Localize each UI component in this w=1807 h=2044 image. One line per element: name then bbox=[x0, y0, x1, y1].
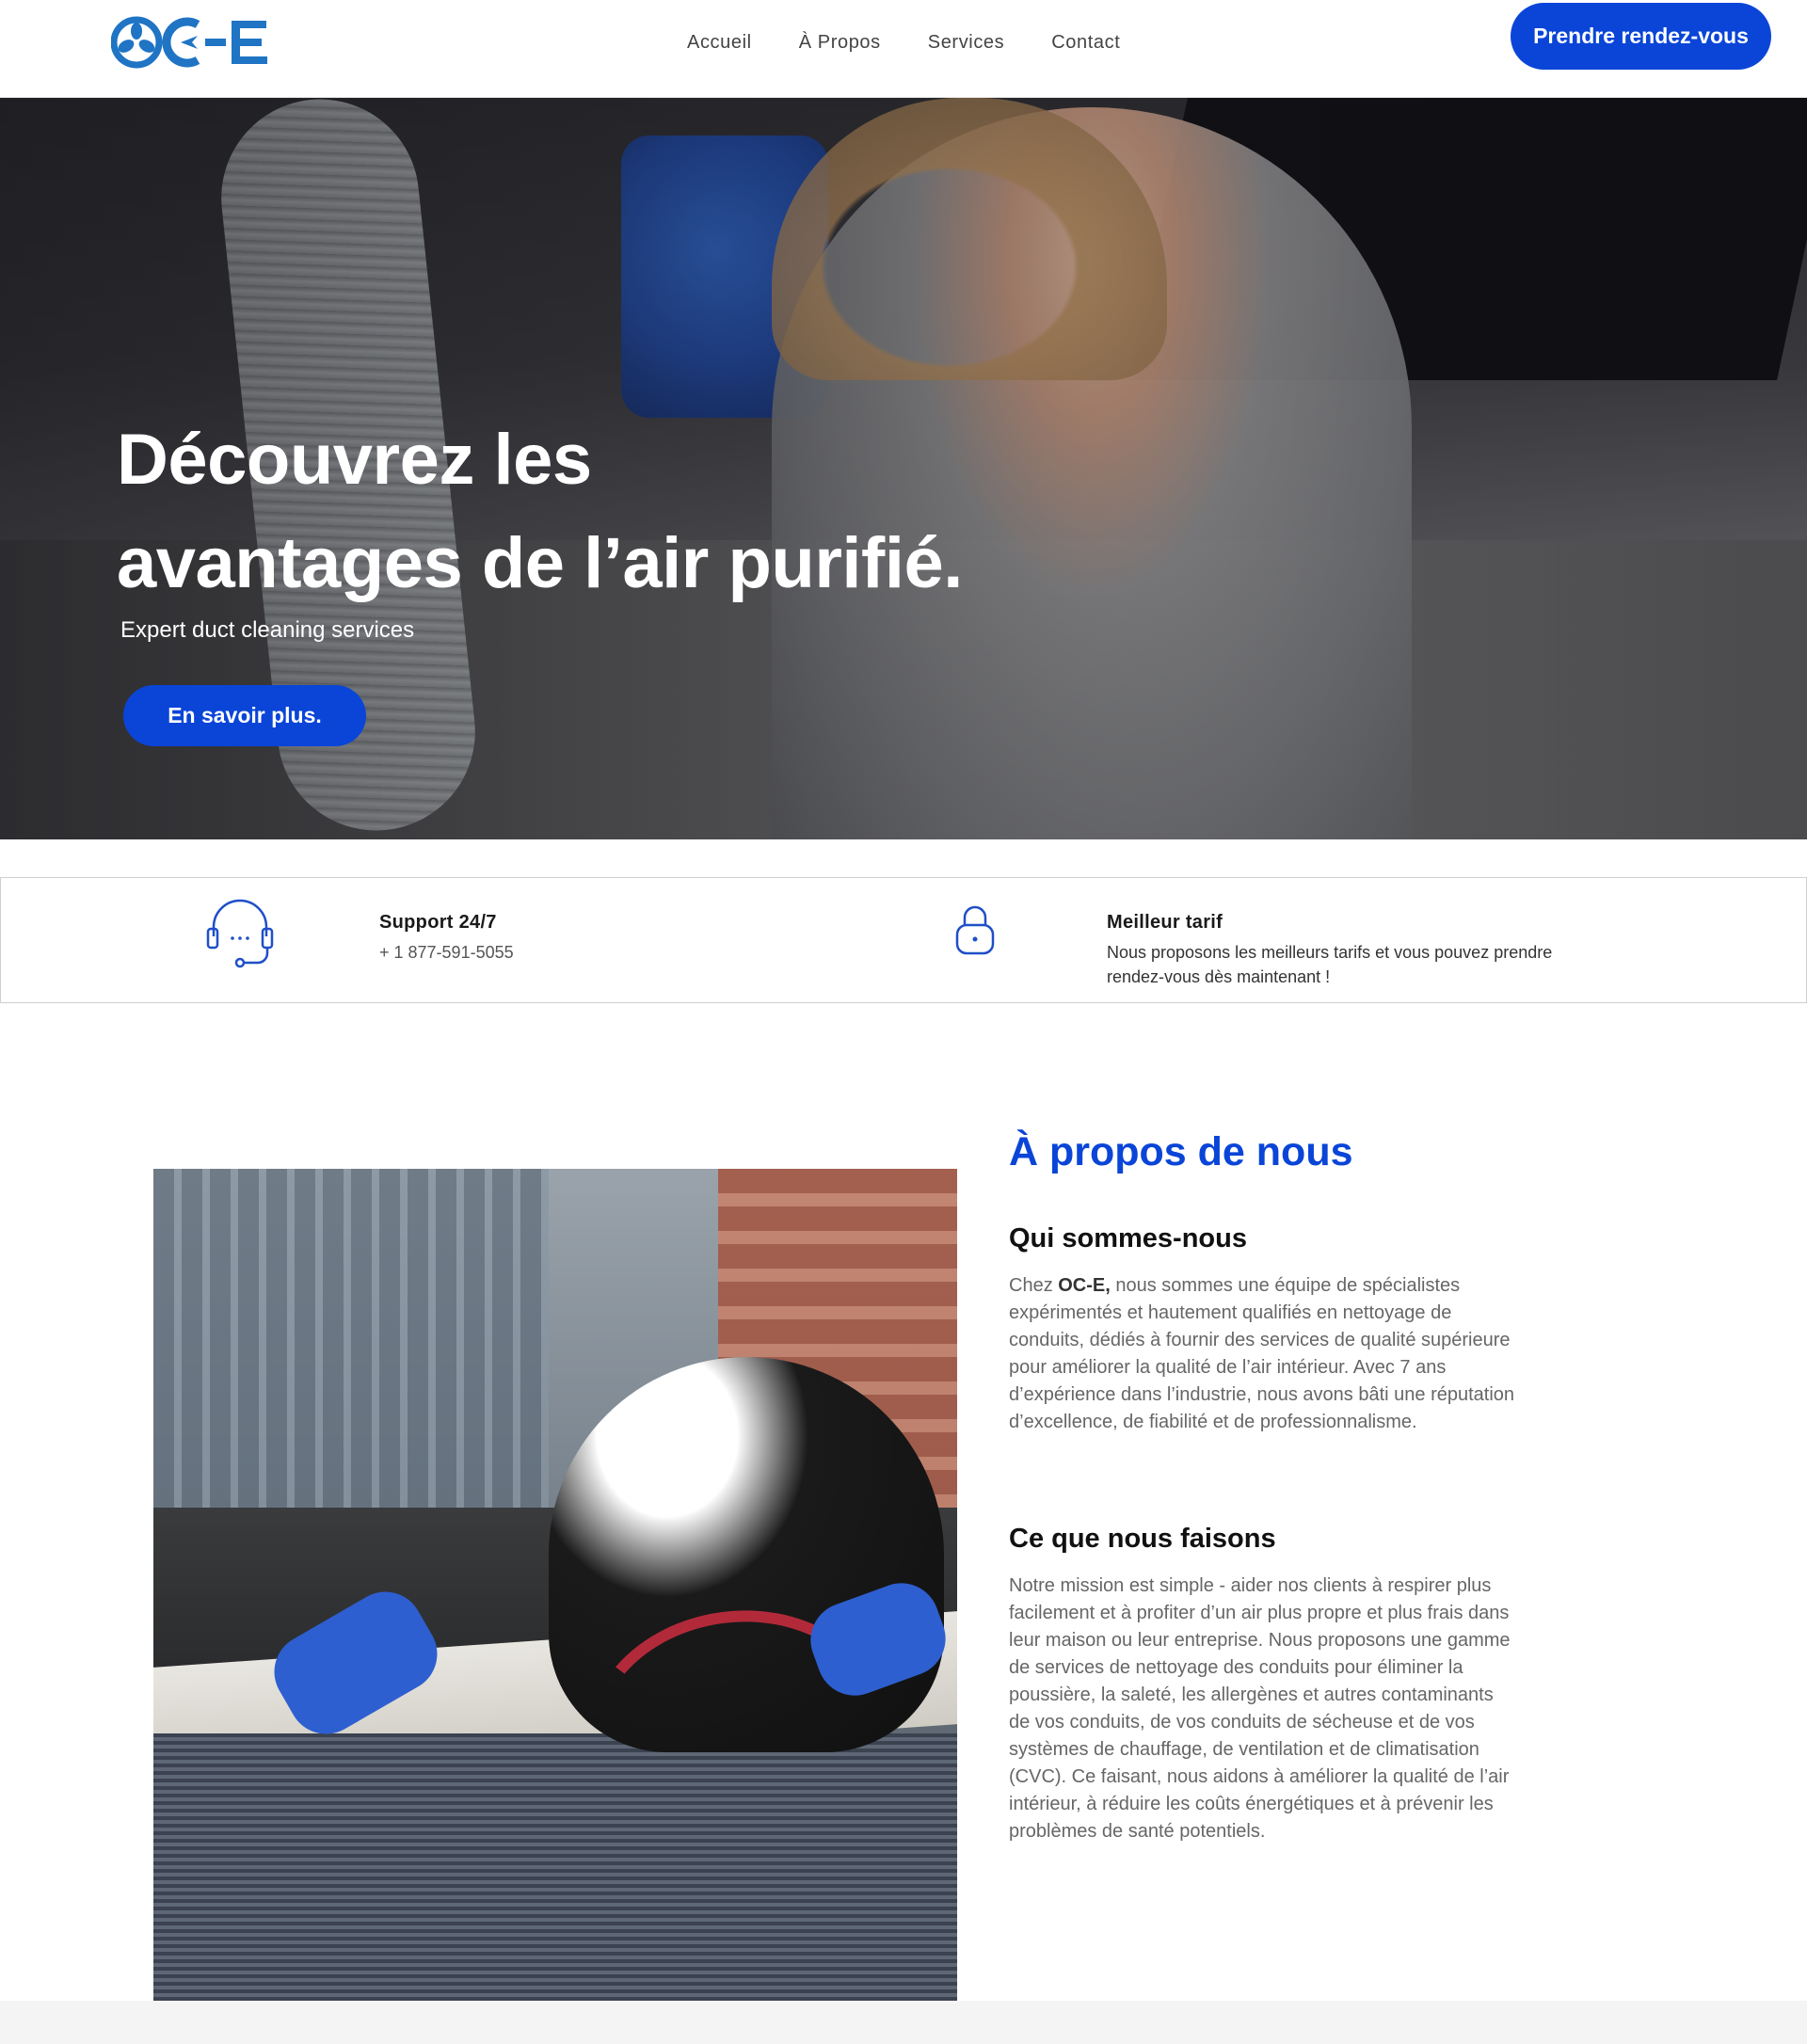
hero-subtitle: Expert duct cleaning services bbox=[120, 617, 415, 643]
best-price-text-line1: Nous proposons les meilleurs tarifs et v… bbox=[1107, 943, 1553, 962]
headset-icon bbox=[202, 899, 278, 975]
site-header: Accueil À Propos Services Contact Prendr… bbox=[0, 0, 1807, 98]
who-we-are-title: Qui sommes-nous bbox=[1009, 1223, 1247, 1254]
book-appointment-button[interactable]: Prendre rendez-vous bbox=[1511, 3, 1771, 70]
logo-mark-icon bbox=[111, 16, 267, 69]
main-nav: Accueil À Propos Services Contact bbox=[687, 28, 1167, 57]
who-we-are-text-body: nous sommes une équipe de spécialistes e… bbox=[1009, 1275, 1515, 1432]
hero-title-line1: Découvrez les bbox=[117, 420, 592, 500]
nav-item-a-propos[interactable]: À Propos bbox=[799, 28, 881, 57]
brand-logo[interactable] bbox=[111, 13, 276, 72]
best-price-title: Meilleur tarif bbox=[1107, 912, 1223, 933]
lock-icon bbox=[951, 901, 999, 962]
hero-title: Découvrez les avantages de l’air purifié… bbox=[117, 408, 1058, 615]
about-photo bbox=[153, 1169, 957, 2001]
nav-item-services[interactable]: Services bbox=[928, 28, 1005, 57]
features-strip: Support 24/7 + 1 877-591-5055 Meilleur t… bbox=[0, 877, 1807, 1003]
hero-banner: Découvrez les avantages de l’air purifié… bbox=[0, 98, 1807, 839]
hero-title-line2: avantages de l’air purifié. bbox=[117, 523, 963, 603]
learn-more-button[interactable]: En savoir plus. bbox=[123, 685, 366, 746]
about-photo-building-left bbox=[153, 1169, 549, 1508]
next-section-band bbox=[0, 2001, 1807, 2044]
what-we-do-text: Notre mission est simple - aider nos cli… bbox=[1009, 1575, 1511, 1842]
nav-item-contact[interactable]: Contact bbox=[1051, 28, 1120, 57]
what-we-do-title: Ce que nous faisons bbox=[1009, 1524, 1276, 1554]
support-phone[interactable]: + 1 877-591-5055 bbox=[379, 940, 514, 965]
who-we-are-text-prefix: Chez bbox=[1009, 1275, 1059, 1296]
best-price-text-line2: rendez-vous dès maintenant ! bbox=[1107, 967, 1331, 986]
who-we-are-text: Chez OC-E, nous sommes une équipe de spé… bbox=[1009, 1272, 1517, 1436]
about-heading: À propos de nous bbox=[1009, 1129, 1353, 1174]
support-title: Support 24/7 bbox=[379, 912, 497, 933]
who-we-are-brand: OC-E, bbox=[1058, 1275, 1111, 1296]
nav-item-accueil[interactable]: Accueil bbox=[687, 28, 752, 57]
best-price-text: Nous proposons les meilleurs tarifs et v… bbox=[1107, 940, 1552, 989]
